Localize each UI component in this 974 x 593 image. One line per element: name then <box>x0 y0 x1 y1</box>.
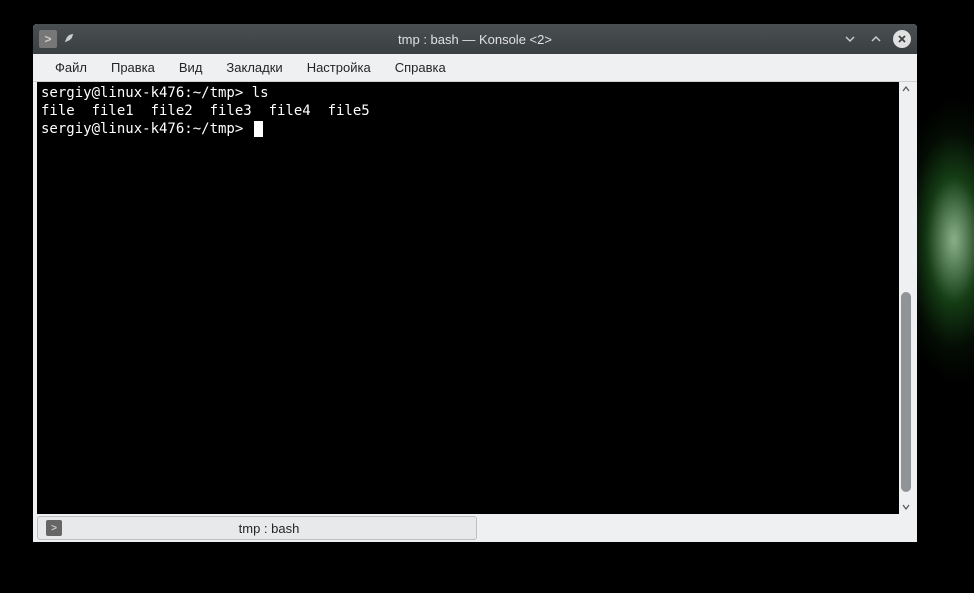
close-button[interactable] <box>893 30 911 48</box>
tab-terminal[interactable]: > tmp : bash <box>37 516 477 540</box>
tabbar: > tmp : bash <box>33 514 917 542</box>
pin-icon[interactable] <box>63 32 75 47</box>
menu-edit[interactable]: Правка <box>99 56 167 79</box>
terminal-line: file file1 file2 file3 file4 file5 <box>41 102 895 120</box>
terminal-content[interactable]: sergiy@linux-k476:~/tmp> lsfile file1 fi… <box>37 82 899 514</box>
prompt: sergiy@linux-k476:~/tmp> <box>41 121 243 137</box>
app-icon[interactable]: > <box>39 30 57 48</box>
scrollbar[interactable] <box>899 82 913 514</box>
tab-label: tmp : bash <box>70 521 468 536</box>
scroll-up-icon[interactable] <box>899 82 913 96</box>
menubar: Файл Правка Вид Закладки Настройка Справ… <box>33 54 917 82</box>
terminal-area[interactable]: sergiy@linux-k476:~/tmp> lsfile file1 fi… <box>37 82 913 514</box>
command: ls <box>252 85 269 101</box>
titlebar-left: > <box>39 30 75 48</box>
menu-file[interactable]: Файл <box>43 56 99 79</box>
konsole-window: > tmp : bash — Konsole <2> Файл Правка В… <box>33 24 917 542</box>
window-controls <box>841 30 911 48</box>
terminal-line: sergiy@linux-k476:~/tmp> <box>41 120 895 138</box>
terminal-line: sergiy@linux-k476:~/tmp> ls <box>41 84 895 102</box>
menu-bookmarks[interactable]: Закладки <box>214 56 294 79</box>
prompt: sergiy@linux-k476:~/tmp> <box>41 85 243 101</box>
menu-help[interactable]: Справка <box>383 56 458 79</box>
scroll-thumb[interactable] <box>901 292 911 492</box>
minimize-button[interactable] <box>841 30 859 48</box>
cursor-icon <box>254 121 263 137</box>
terminal-icon: > <box>46 520 62 536</box>
maximize-button[interactable] <box>867 30 885 48</box>
window-title: tmp : bash — Konsole <2> <box>398 32 552 47</box>
scroll-down-icon[interactable] <box>899 500 913 514</box>
titlebar[interactable]: > tmp : bash — Konsole <2> <box>33 24 917 54</box>
menu-view[interactable]: Вид <box>167 56 215 79</box>
menu-settings[interactable]: Настройка <box>295 56 383 79</box>
